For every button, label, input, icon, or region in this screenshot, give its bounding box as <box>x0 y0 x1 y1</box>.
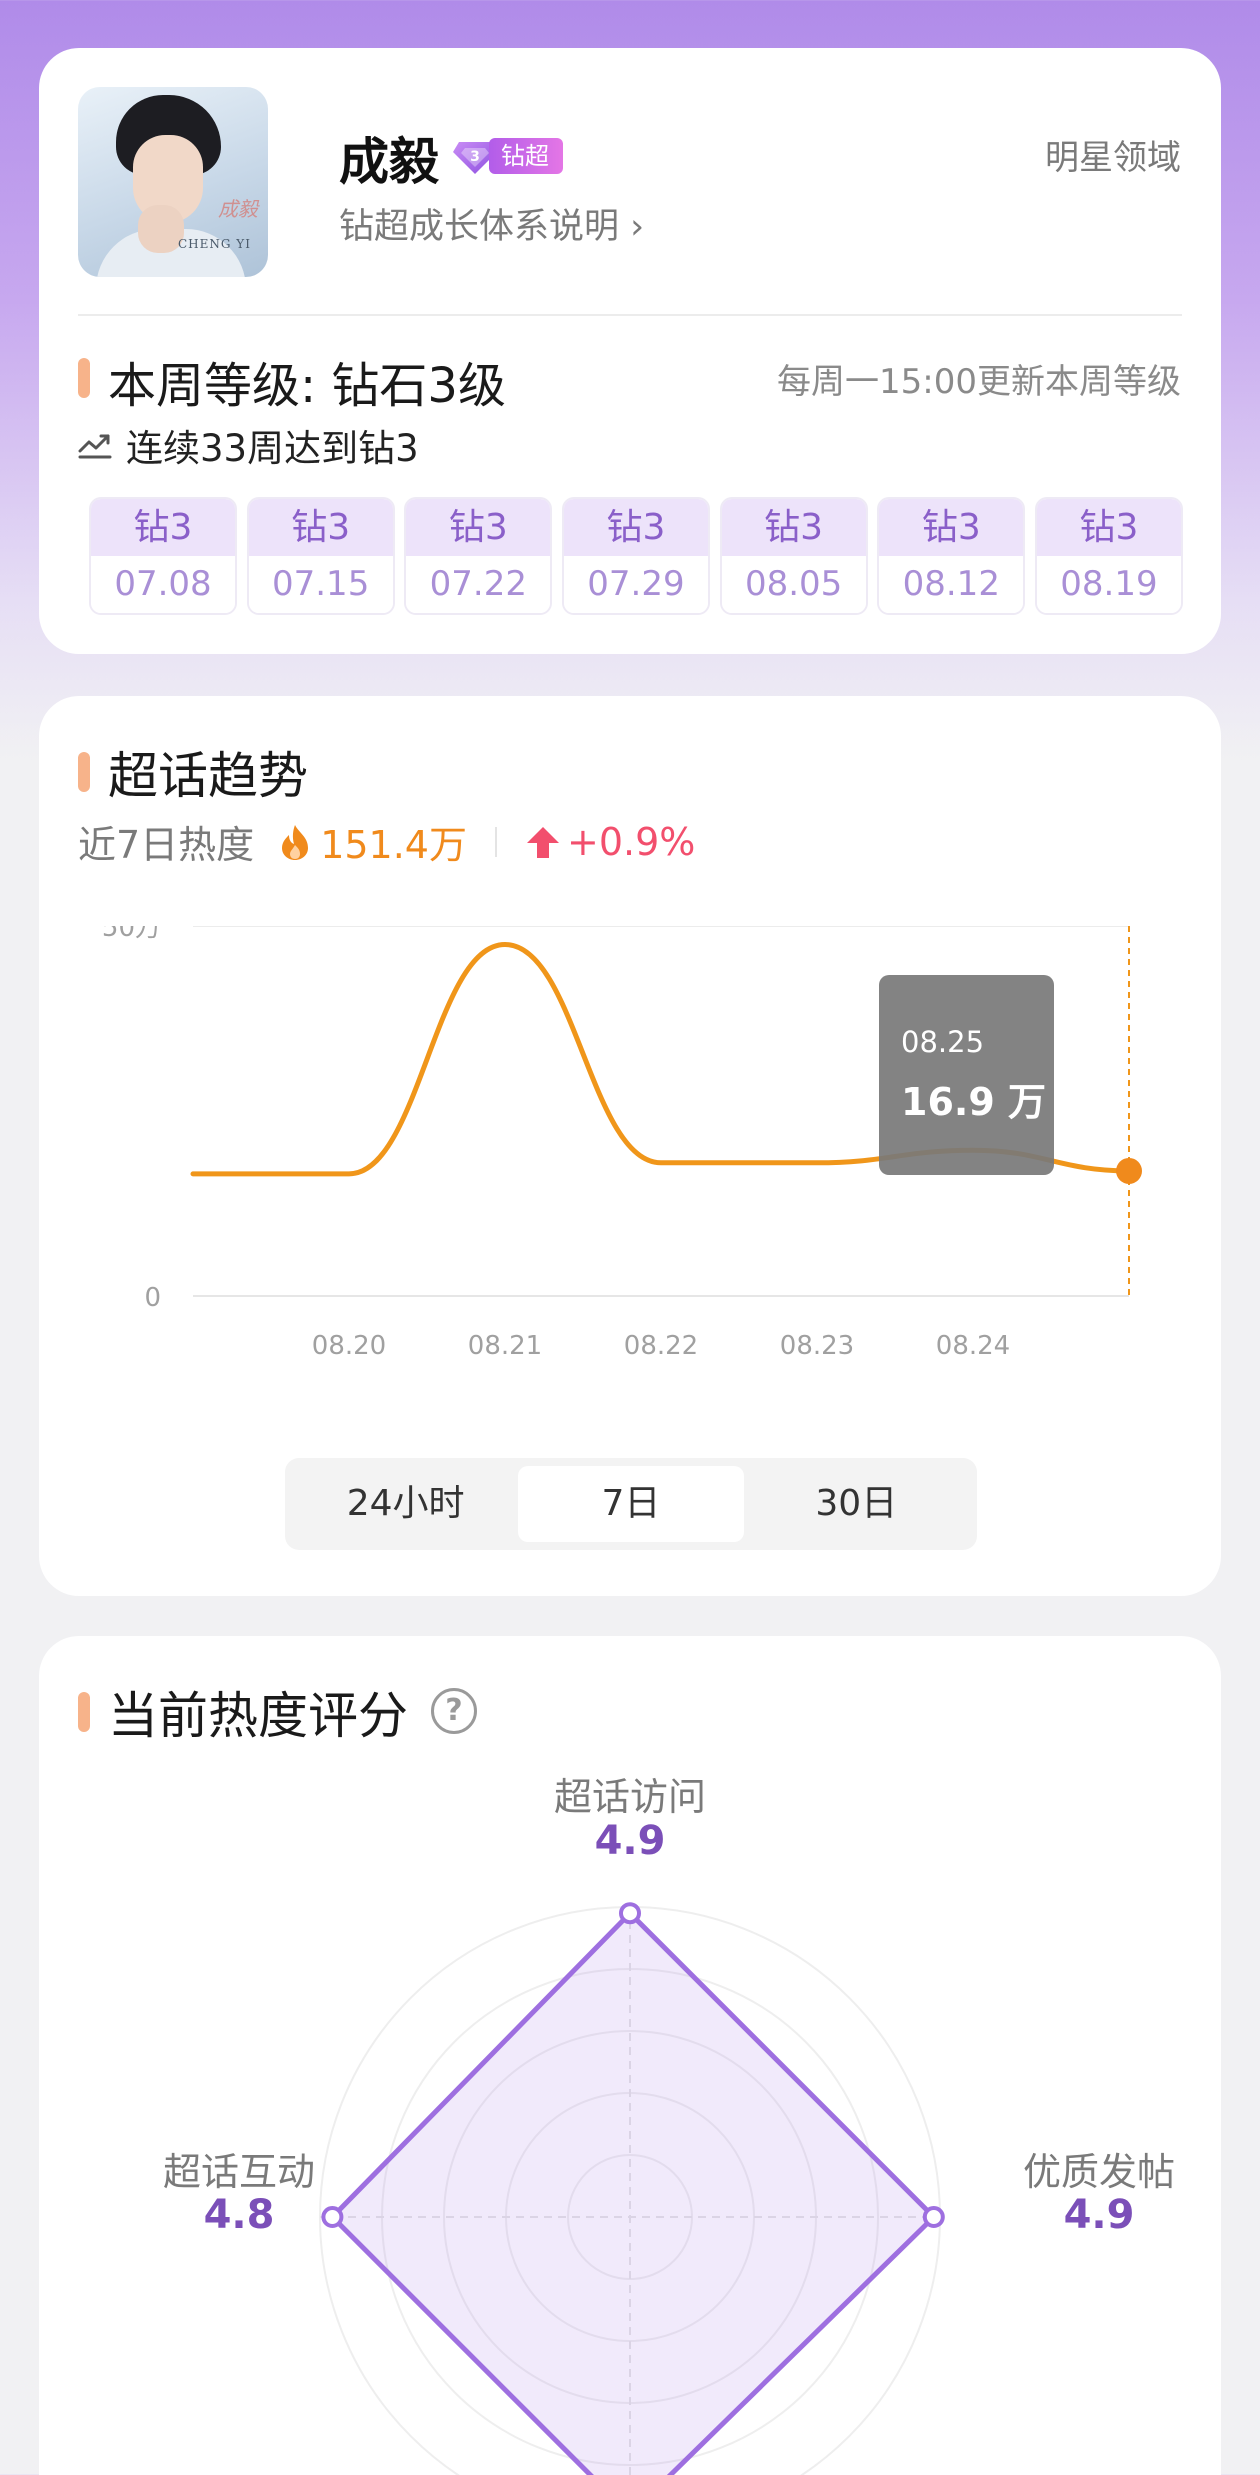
streak-text: 连续33周达到钻3 <box>126 427 419 470</box>
week-item: 钻3 07.22 <box>404 497 553 615</box>
week-item: 钻3 07.15 <box>246 497 395 615</box>
week-level: 钻3 <box>879 499 1024 556</box>
svg-text:3: 3 <box>470 149 480 165</box>
score-radar-chart <box>319 1902 945 2475</box>
week-item: 钻3 08.19 <box>1034 497 1183 615</box>
week-item: 钻3 07.29 <box>561 497 710 615</box>
range-tabs: 24小时 7日 30日 <box>285 1458 977 1550</box>
weekly-level-title: 本周等级: 钻石3级 <box>108 358 506 414</box>
heat-label: 近7日热度 <box>78 823 255 867</box>
axis-label-post: 优质发帖 <box>1022 2150 1175 2194</box>
x-tick-label: 08.22 <box>624 1331 698 1361</box>
week-date: 07.29 <box>563 556 708 613</box>
separator <box>494 826 497 857</box>
weekly-level-list: 钻3 07.08 钻3 07.15 钻3 07.22 钻3 07.29 钻3 08.05 … <box>89 497 1183 615</box>
avatar[interactable]: 成毅 CHENG YI <box>78 87 268 277</box>
week-level: 钻3 <box>563 499 708 556</box>
y-tick-label: 0 <box>144 1283 161 1313</box>
heat-value: 151.4万 <box>320 823 467 867</box>
x-tick-label: 08.24 <box>936 1331 1010 1361</box>
week-level: 钻3 <box>406 499 551 556</box>
section-accent-bar <box>78 358 90 398</box>
week-item: 钻3 07.08 <box>89 497 237 615</box>
axis-value-visit: 4.9 <box>594 1818 666 1864</box>
week-date: 07.22 <box>406 556 551 613</box>
week-date: 07.15 <box>248 556 393 613</box>
x-tick-label: 08.23 <box>780 1331 854 1361</box>
axis-value-post: 4.9 <box>1063 2192 1135 2238</box>
radar-point <box>619 1902 641 1925</box>
tab-7d[interactable]: 7日 <box>518 1466 744 1542</box>
growth-system-link[interactable]: 钻超成长体系说明 › <box>339 198 644 249</box>
week-date: 08.05 <box>721 556 866 613</box>
divider <box>78 314 1182 316</box>
star-domain-label[interactable]: 明星领域 <box>1045 130 1181 179</box>
week-item: 钻3 08.12 <box>877 497 1026 615</box>
week-level: 钻3 <box>248 499 393 556</box>
highlight-point[interactable] <box>1116 1157 1142 1184</box>
week-date: 07.08 <box>91 556 235 613</box>
trend-up-icon <box>78 434 112 459</box>
radar-point <box>922 2206 945 2228</box>
axis-label-visit: 超话访问 <box>553 1775 706 1819</box>
avatar-caption: CHENG YI <box>178 237 251 251</box>
trend-card: 超话趋势 近7日热度 151.4万 +0.9% 0 50万 08.20 08.21 08… <box>39 696 1221 1596</box>
badge-label: 钻超 <box>489 138 563 174</box>
chart-tooltip: 08.25 16.9 万 <box>879 975 1054 1175</box>
tooltip-date: 08.25 <box>901 1025 985 1059</box>
week-item: 钻3 08.05 <box>719 497 868 615</box>
week-date: 08.19 <box>1036 556 1181 613</box>
heat-change: +0.9% <box>566 819 696 864</box>
flame-icon <box>282 824 309 860</box>
tab-30d[interactable]: 30日 <box>744 1466 969 1542</box>
score-card: 当前热度评分 ? 超话访问 4.9 优质发帖 4.9 超话互动 4.8 <box>39 1636 1221 2475</box>
avatar-signature: 成毅 <box>218 197 258 221</box>
heat-summary: 近7日热度 151.4万 +0.9% <box>78 814 695 869</box>
tooltip-value: 16.9 万 <box>901 1080 1046 1124</box>
axis-label-interaction: 超话互动 <box>162 2150 315 2194</box>
week-level: 钻3 <box>721 499 866 556</box>
diamond-super-badge: 3 钻超 <box>453 136 563 176</box>
streak-row: 连续33周达到钻3 <box>78 418 419 472</box>
axis-value-interaction: 4.8 <box>203 2192 275 2238</box>
week-level: 钻3 <box>91 499 235 556</box>
tab-24h[interactable]: 24小时 <box>293 1466 518 1542</box>
y-tick-label: 50万 <box>102 926 161 943</box>
x-tick-label: 08.20 <box>312 1331 386 1361</box>
trend-title: 超话趋势 <box>108 747 308 805</box>
week-level: 钻3 <box>1036 499 1181 556</box>
profile-card: 成毅 CHENG YI 成毅 3 钻超 钻超成长体系说明 › 明星领域 本周等级… <box>39 48 1221 654</box>
section-accent-bar <box>78 752 90 792</box>
radar-area <box>329 1910 937 2475</box>
x-tick-label: 08.21 <box>468 1331 542 1361</box>
star-name: 成毅 <box>339 133 439 191</box>
arrow-up-icon <box>526 826 559 858</box>
update-note: 每周一15:00更新本周等级 <box>777 362 1181 402</box>
week-date: 08.12 <box>879 556 1024 613</box>
